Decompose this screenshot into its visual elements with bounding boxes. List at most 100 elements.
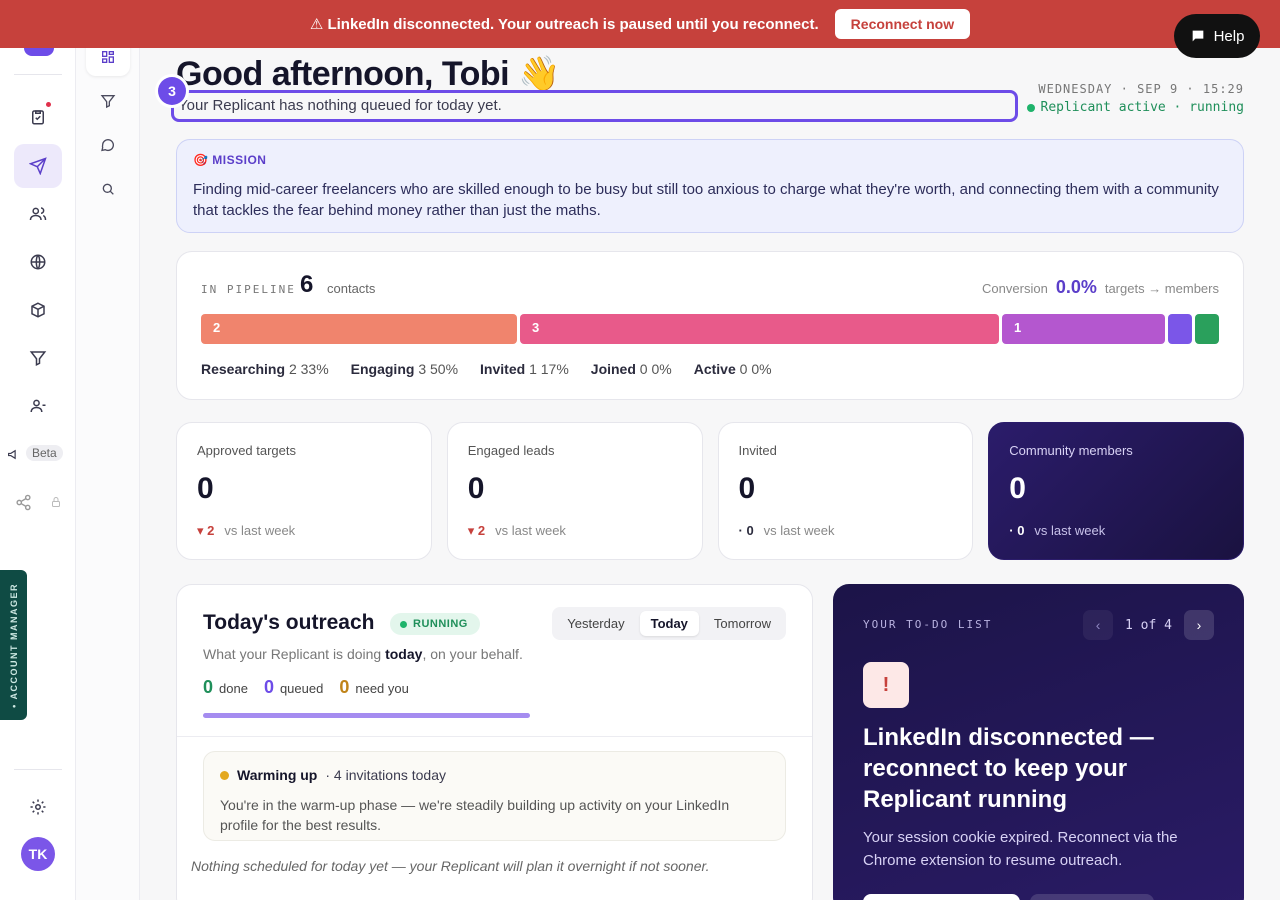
conversion: Conversion 0.0% targets → members xyxy=(982,277,1219,298)
pipeline-bar: 231 xyxy=(201,314,1219,344)
rail-item-contacts[interactable] xyxy=(14,192,62,236)
tour-step-badge[interactable]: 3 xyxy=(158,77,186,105)
stat-card-community-members[interactable]: Community members 0 · 0 vs last week xyxy=(988,422,1244,560)
stat-queued: 0 queued xyxy=(264,677,323,698)
replicant-status: Replicant active · running xyxy=(1026,100,1244,115)
rail-item-share[interactable] xyxy=(0,480,46,524)
pipeline-legend-item: Joined 0 0% xyxy=(591,361,672,377)
next-button[interactable]: › xyxy=(1184,610,1214,640)
rail-item-team[interactable] xyxy=(14,384,62,428)
warmup-dot xyxy=(220,770,229,780)
date-label: WEDNESDAY · SEP 9 · 15:29 xyxy=(1038,82,1244,96)
users-icon xyxy=(29,207,47,221)
share-icon xyxy=(15,494,31,510)
stage-count: 3 xyxy=(418,361,427,377)
stat-value: 0 xyxy=(197,472,214,505)
stage-count: 2 xyxy=(288,361,297,377)
rail-item-outreach[interactable] xyxy=(14,144,62,188)
pipeline-segment[interactable]: 1 xyxy=(1002,314,1165,344)
rail2-item-search[interactable] xyxy=(86,170,130,208)
clipboard-check-icon xyxy=(32,110,44,125)
pipeline-legend-item: Engaging 3 50% xyxy=(351,361,458,377)
tab-yesterday[interactable]: Yesterday xyxy=(556,611,635,636)
day-tabs: Yesterday Today Tomorrow xyxy=(552,607,786,640)
box-icon xyxy=(31,302,45,318)
search-icon xyxy=(102,183,114,195)
pipeline-count: 6 xyxy=(300,271,314,298)
delta-value: ▾ 2 xyxy=(197,523,215,538)
stage-name: Engaging xyxy=(350,361,415,377)
stat-card-invited[interactable]: Invited 0 · 0 vs last week xyxy=(717,422,974,560)
secondary-rail xyxy=(76,0,140,900)
rail-item-globe[interactable] xyxy=(14,240,62,284)
pipeline-legend: Researching 2 33% Engaging 3 50% Invited 1… xyxy=(201,361,772,377)
rail-item-tasks[interactable] xyxy=(14,95,62,139)
subtitle-post: , on your behalf. xyxy=(422,646,523,662)
stat-delta: ▾ 2 vs last week xyxy=(468,523,566,539)
stat-card-approved-targets[interactable]: Approved targets 0 ▾ 2 vs last week xyxy=(176,422,432,560)
pipeline-legend-item: Active 0 0% xyxy=(694,361,772,377)
pipeline-legend-item: Researching 2 33% xyxy=(201,361,329,377)
todo-secondary-button[interactable] xyxy=(1030,894,1154,900)
stage-name: Active xyxy=(693,361,736,377)
rail2-item-chat[interactable] xyxy=(86,126,130,164)
tab-today[interactable]: Today xyxy=(639,611,699,636)
stat-card-engaged-leads[interactable]: Engaged leads 0 ▾ 2 vs last week xyxy=(446,422,703,560)
stage-pct: 17% xyxy=(540,361,569,377)
rail-item-filter[interactable] xyxy=(14,336,62,380)
page-subtitle: Your Replicant has nothing queued for to… xyxy=(178,97,502,114)
pipeline-label: IN PIPELINE xyxy=(201,283,296,296)
stage-name: Joined xyxy=(590,361,636,377)
help-button[interactable]: Help xyxy=(1174,14,1260,58)
globe-icon xyxy=(30,254,46,270)
user-avatar[interactable]: TK xyxy=(21,837,55,871)
account-manager-tab[interactable]: • ACCOUNT MANAGER xyxy=(0,570,27,720)
todo-primary-button[interactable] xyxy=(863,894,1020,900)
stage-count: 0 xyxy=(739,361,748,377)
todo-counter: 1 of 4 xyxy=(1125,617,1172,633)
pipeline-unit: contacts xyxy=(327,281,376,296)
stat-value: 0 xyxy=(738,472,756,505)
subtitle-pre: What your Replicant is doing xyxy=(203,646,382,662)
pipeline-legend-item: Invited 1 17% xyxy=(480,361,569,377)
delta-value: · 0 xyxy=(1009,523,1025,538)
todo-pager: ‹ 1 of 4 › xyxy=(1083,610,1214,640)
delta-suffix: vs last week xyxy=(1034,523,1106,538)
pipeline-segment[interactable] xyxy=(1195,314,1219,344)
page-title: Good afternoon, Tobi 👋 xyxy=(176,55,560,93)
todo-card: YOUR TO-DO LIST ‹ 1 of 4 › ! LinkedIn di… xyxy=(833,584,1244,900)
warmup-title: Warming up xyxy=(237,767,318,783)
lock-icon xyxy=(52,497,60,507)
rail-item-announcements[interactable] xyxy=(0,432,26,476)
tab-tomorrow[interactable]: Tomorrow xyxy=(703,611,782,636)
rail-item-packages[interactable] xyxy=(14,288,62,332)
pipeline-segment[interactable]: 2 xyxy=(201,314,517,344)
subtitle-bold: today xyxy=(385,646,423,662)
stat-need-you-value: 0 xyxy=(339,677,350,697)
disconnect-banner: ⚠ LinkedIn disconnected. Your outreach i… xyxy=(0,0,1280,48)
alert-icon: ! xyxy=(863,662,909,708)
warmup-detail: · 4 invitations today xyxy=(325,767,446,783)
stat-value: 0 xyxy=(467,472,485,505)
user-group-icon xyxy=(30,399,46,413)
banner-text: ⚠ LinkedIn disconnected. Your outreach i… xyxy=(309,16,819,33)
send-icon xyxy=(29,157,47,175)
running-label: RUNNING xyxy=(413,618,468,630)
prev-button[interactable]: ‹ xyxy=(1083,610,1114,640)
funnel-icon xyxy=(100,95,116,109)
stage-pct: 33% xyxy=(300,361,329,377)
stat-delta: · 0 vs last week xyxy=(739,523,835,538)
pipeline-segment[interactable]: 3 xyxy=(520,314,999,344)
mission-label: 🎯 MISSION xyxy=(193,153,267,167)
stat-delta: · 0 vs last week xyxy=(1009,523,1105,538)
pipeline-segment[interactable] xyxy=(1168,314,1192,344)
stat-label: Invited xyxy=(738,443,777,458)
stage-name: Researching xyxy=(201,361,286,377)
stat-queued-label: queued xyxy=(279,681,324,696)
delta-suffix: vs last week xyxy=(495,523,566,538)
reconnect-button[interactable]: Reconnect now xyxy=(834,9,971,39)
account-manager-label: • ACCOUNT MANAGER xyxy=(8,582,19,708)
rail2-item-filter[interactable] xyxy=(86,82,130,120)
rail-item-settings[interactable] xyxy=(14,785,62,829)
help-label: Help xyxy=(1213,27,1245,45)
